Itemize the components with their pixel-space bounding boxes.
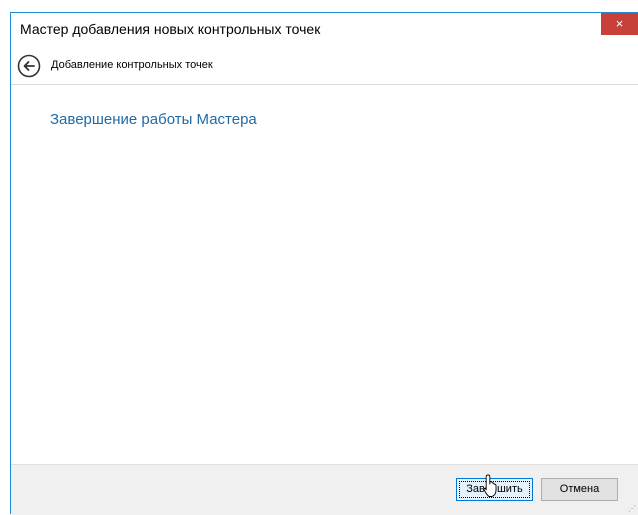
finish-button[interactable]: Завершить bbox=[456, 478, 533, 501]
window-title: Мастер добавления новых контрольных точе… bbox=[20, 21, 321, 37]
wizard-navbar: Добавление контрольных точек bbox=[11, 45, 638, 85]
back-arrow-icon bbox=[17, 54, 41, 78]
resize-grip-icon[interactable]: ⋰ bbox=[628, 504, 636, 513]
wizard-window: Мастер добавления новых контрольных точе… bbox=[10, 12, 638, 515]
cancel-button[interactable]: Отмена bbox=[541, 478, 618, 501]
title-bar: Мастер добавления новых контрольных точе… bbox=[11, 13, 638, 45]
wizard-footer: Завершить Отмена ⋰ bbox=[11, 464, 638, 515]
nav-title: Добавление контрольных точек bbox=[51, 59, 213, 71]
page-heading: Завершение работы Мастера bbox=[50, 111, 257, 128]
back-button[interactable] bbox=[17, 54, 41, 78]
close-icon: × bbox=[615, 16, 624, 31]
close-button[interactable]: × bbox=[601, 13, 638, 35]
finish-button-label: Завершить bbox=[459, 481, 530, 498]
wizard-content: Добавление контрольных точек Завершение … bbox=[11, 45, 638, 515]
